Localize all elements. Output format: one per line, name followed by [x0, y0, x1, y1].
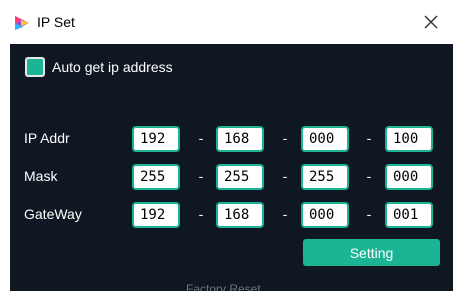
ip-address-label: IP Addr: [24, 130, 70, 146]
octet-separator: -: [366, 168, 372, 184]
gateway-row: GateWay 192 - 168 - 000 - 001: [10, 202, 453, 228]
auto-ip-option[interactable]: Auto get ip address: [25, 55, 173, 79]
octet-separator: -: [198, 206, 204, 222]
octet-separator: -: [366, 206, 372, 222]
octet-separator: -: [282, 130, 288, 146]
title-bar: IP Set: [0, 0, 453, 44]
ip-address-row: IP Addr 192 - 168 - 000 - 100: [10, 126, 453, 152]
factory-reset-button[interactable]: Factory Reset: [186, 282, 261, 291]
app-logo-icon: [15, 16, 29, 30]
octet-separator: -: [198, 130, 204, 146]
octet-separator: -: [198, 168, 204, 184]
mask-row: Mask 255 - 255 - 255 - 000: [10, 164, 453, 190]
gateway-label: GateWay: [24, 206, 82, 222]
mask-octet-1-input[interactable]: 255: [132, 164, 180, 190]
octet-separator: -: [366, 130, 372, 146]
auto-ip-label: Auto get ip address: [52, 59, 173, 75]
ip-octet-3-input[interactable]: 000: [301, 126, 349, 152]
auto-ip-checkbox[interactable]: [25, 57, 45, 77]
mask-octet-3-input[interactable]: 255: [301, 164, 349, 190]
close-button[interactable]: [419, 10, 443, 34]
octet-separator: -: [282, 168, 288, 184]
mask-octet-2-input[interactable]: 255: [216, 164, 264, 190]
gateway-octet-2-input[interactable]: 168: [216, 202, 264, 228]
close-icon: [424, 15, 438, 29]
gateway-octet-4-input[interactable]: 001: [385, 202, 433, 228]
ip-octet-1-input[interactable]: 192: [132, 126, 180, 152]
ip-octet-2-input[interactable]: 168: [216, 126, 264, 152]
octet-separator: -: [282, 206, 288, 222]
gateway-octet-3-input[interactable]: 000: [301, 202, 349, 228]
mask-label: Mask: [24, 168, 58, 184]
window-title: IP Set: [37, 14, 75, 30]
mask-octet-4-input[interactable]: 000: [385, 164, 433, 190]
setting-button[interactable]: Setting: [303, 239, 440, 266]
gateway-octet-1-input[interactable]: 192: [132, 202, 180, 228]
ip-settings-panel: Auto get ip address IP Addr 192 - 168 - …: [10, 44, 453, 291]
ip-octet-4-input[interactable]: 100: [385, 126, 433, 152]
